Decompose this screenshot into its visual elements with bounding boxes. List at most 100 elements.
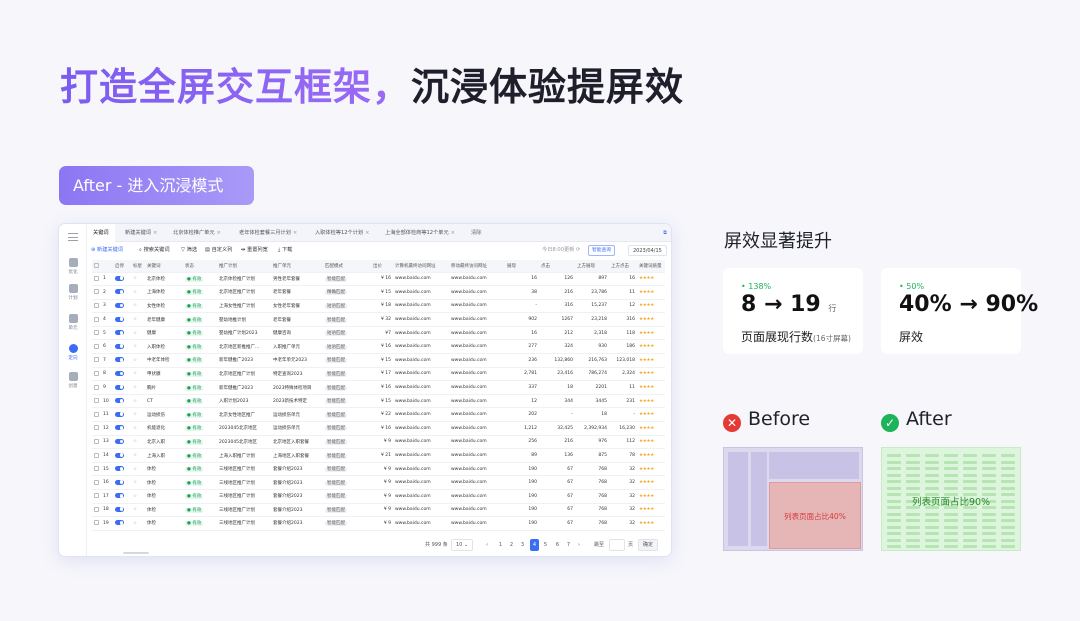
match-cell[interactable]: 智能匹配 — [323, 394, 371, 409]
toggle-cell[interactable] — [113, 475, 131, 490]
row-checkbox-cell[interactable] — [92, 380, 101, 395]
row-checkbox[interactable] — [94, 302, 99, 308]
star-icon[interactable]: ☆ — [133, 507, 137, 512]
enable-toggle[interactable] — [115, 370, 124, 376]
toggle-cell[interactable] — [113, 312, 131, 327]
row-checkbox[interactable] — [94, 384, 99, 390]
column-header[interactable]: 展现 — [505, 260, 539, 273]
goto-page-input[interactable] — [609, 539, 625, 551]
star-icon[interactable]: ☆ — [133, 494, 137, 499]
enable-toggle[interactable] — [115, 330, 124, 336]
enable-toggle[interactable] — [115, 493, 124, 499]
toggle-cell[interactable] — [113, 435, 131, 450]
keyword-cell[interactable]: 甲状腺 — [145, 367, 183, 382]
unit-cell[interactable]: 上海地区入职套餐 — [271, 448, 323, 463]
pc-url-cell[interactable]: www.baidu.com — [393, 299, 449, 314]
column-header[interactable]: 移动最终访问网址 — [449, 260, 505, 273]
mobile-url-cell[interactable]: www.baidu.com — [449, 407, 505, 423]
plan-cell[interactable]: 北京地区推广计划 — [217, 285, 271, 300]
row-checkbox[interactable] — [94, 289, 99, 295]
bid-cell[interactable]: ¥ 16 — [371, 339, 393, 355]
table-row[interactable]: 9 ☆ 胸片 ● 有效 新年健推广2023 2023特殊体检项目 智能匹配 ¥ 16 www.b… — [92, 380, 665, 395]
clear-tabs-button[interactable]: 清除 — [471, 224, 481, 242]
plan-cell[interactable]: 上海女性推广计划 — [217, 299, 271, 314]
page-size-select[interactable]: 10 ⌄ — [451, 539, 474, 551]
pc-url-cell[interactable]: www.baidu.com — [393, 339, 449, 355]
toggle-cell[interactable] — [113, 299, 131, 314]
enable-toggle[interactable] — [115, 289, 124, 295]
plan-cell[interactable]: 三线地区推广计划 — [217, 503, 271, 518]
unit-cell[interactable]: 套餐介绍2023 — [271, 489, 323, 504]
star-cell[interactable]: ☆ — [131, 380, 145, 395]
enable-toggle[interactable] — [115, 520, 124, 526]
star-icon[interactable]: ☆ — [133, 453, 137, 458]
row-checkbox[interactable] — [94, 452, 99, 458]
unit-cell[interactable]: 套餐介绍2023 — [271, 462, 323, 477]
plan-cell[interactable]: 三线地区推广计划 — [217, 462, 271, 477]
column-header[interactable]: 匹配模式 — [323, 260, 371, 273]
unit-cell[interactable]: 运动损伤单元 — [271, 407, 323, 423]
keyword-cell[interactable]: 女性体检 — [145, 299, 183, 314]
table-row[interactable]: 2 ☆ 上海体检 ● 有效 北京地区推广计划 老年套餐 精确匹配 ¥ 15 www.baidu.… — [92, 285, 665, 300]
unit-cell[interactable]: 运动损伤单元 — [271, 421, 323, 436]
star-icon[interactable]: ☆ — [133, 412, 137, 417]
match-cell[interactable]: 智能匹配 — [323, 380, 371, 395]
page-2[interactable]: 2 — [507, 539, 516, 551]
star-icon[interactable]: ☆ — [133, 521, 137, 526]
unit-cell[interactable]: 套餐介绍2023 — [271, 475, 323, 490]
mobile-url-cell[interactable]: www.baidu.com — [449, 312, 505, 327]
column-header[interactable]: 上方点击 — [609, 260, 637, 273]
row-checkbox-cell[interactable] — [92, 272, 101, 287]
tab-elderly-plan[interactable]: 老年体检套餐三月计划 × — [239, 224, 297, 242]
column-header[interactable]: 出价 — [371, 260, 393, 273]
row-checkbox-cell[interactable] — [92, 516, 101, 531]
pc-url-cell[interactable]: www.baidu.com — [393, 326, 449, 341]
bid-cell[interactable]: ¥ 9 — [371, 489, 393, 504]
pc-url-cell[interactable]: www.baidu.com — [393, 394, 449, 409]
page-3[interactable]: 3 — [518, 539, 527, 551]
pc-url-cell[interactable]: www.baidu.com — [393, 489, 449, 504]
unit-cell[interactable]: 老年套餐 — [271, 312, 323, 327]
match-cell[interactable]: 智能匹配 — [323, 421, 371, 436]
row-checkbox-cell[interactable] — [92, 503, 101, 518]
pc-url-cell[interactable]: www.baidu.com — [393, 462, 449, 477]
match-cell[interactable]: 智能匹配 — [323, 516, 371, 531]
bid-cell[interactable]: ¥ 21 — [371, 448, 393, 463]
table-row[interactable]: 12 ☆ 机能退化 ● 有效 2023045北京地区 运动损伤单元 智能匹配 ¥ 16 www.… — [92, 421, 665, 436]
match-cell[interactable]: 智能匹配 — [323, 367, 371, 382]
confirm-page-button[interactable]: 确定 — [638, 539, 659, 551]
match-cell[interactable]: 智能匹配 — [323, 503, 371, 518]
plan-cell[interactable]: 婴幼推广计划2023 — [217, 326, 271, 341]
star-cell[interactable]: ☆ — [131, 299, 145, 314]
row-checkbox-cell[interactable] — [92, 421, 101, 436]
star-cell[interactable]: ☆ — [131, 312, 145, 327]
keyword-cell[interactable]: CT — [145, 394, 183, 409]
star-cell[interactable]: ☆ — [131, 462, 145, 477]
match-cell[interactable]: 智能匹配 — [323, 407, 371, 423]
star-cell[interactable]: ☆ — [131, 367, 145, 382]
tab-keywords[interactable]: 关键词 — [87, 224, 115, 242]
pc-url-cell[interactable]: www.baidu.com — [393, 367, 449, 382]
column-header[interactable]: 启停 — [113, 260, 131, 273]
rail-item-target[interactable]: 定向 — [59, 344, 87, 361]
mobile-url-cell[interactable]: www.baidu.com — [449, 475, 505, 490]
row-checkbox[interactable] — [94, 398, 99, 404]
row-checkbox-cell[interactable] — [92, 462, 101, 477]
custom-columns-button[interactable]: ▤ 自定义列 — [205, 242, 232, 258]
column-header[interactable]: 上方展现 — [575, 260, 609, 273]
plan-cell[interactable]: 新年健推广2023 — [217, 353, 271, 368]
bid-cell[interactable]: ¥ 16 — [371, 272, 393, 287]
unit-cell[interactable]: 套餐介绍2023 — [271, 516, 323, 531]
row-checkbox[interactable] — [94, 316, 99, 322]
keyword-cell[interactable]: 入职体检 — [145, 339, 183, 355]
tab-new-keyword[interactable]: 新建关键词 × — [125, 224, 157, 242]
keyword-cell[interactable]: 上海入职 — [145, 448, 183, 463]
row-checkbox-cell[interactable] — [92, 326, 101, 341]
column-header[interactable]: 计算机最终访问网址 — [393, 260, 449, 273]
enable-toggle[interactable] — [115, 411, 124, 417]
bid-cell[interactable]: ¥ 9 — [371, 435, 393, 450]
mobile-url-cell[interactable]: www.baidu.com — [449, 435, 505, 450]
keyword-cell[interactable]: 体检 — [145, 475, 183, 490]
bid-cell[interactable]: ¥ 9 — [371, 516, 393, 531]
mobile-url-cell[interactable]: www.baidu.com — [449, 353, 505, 368]
